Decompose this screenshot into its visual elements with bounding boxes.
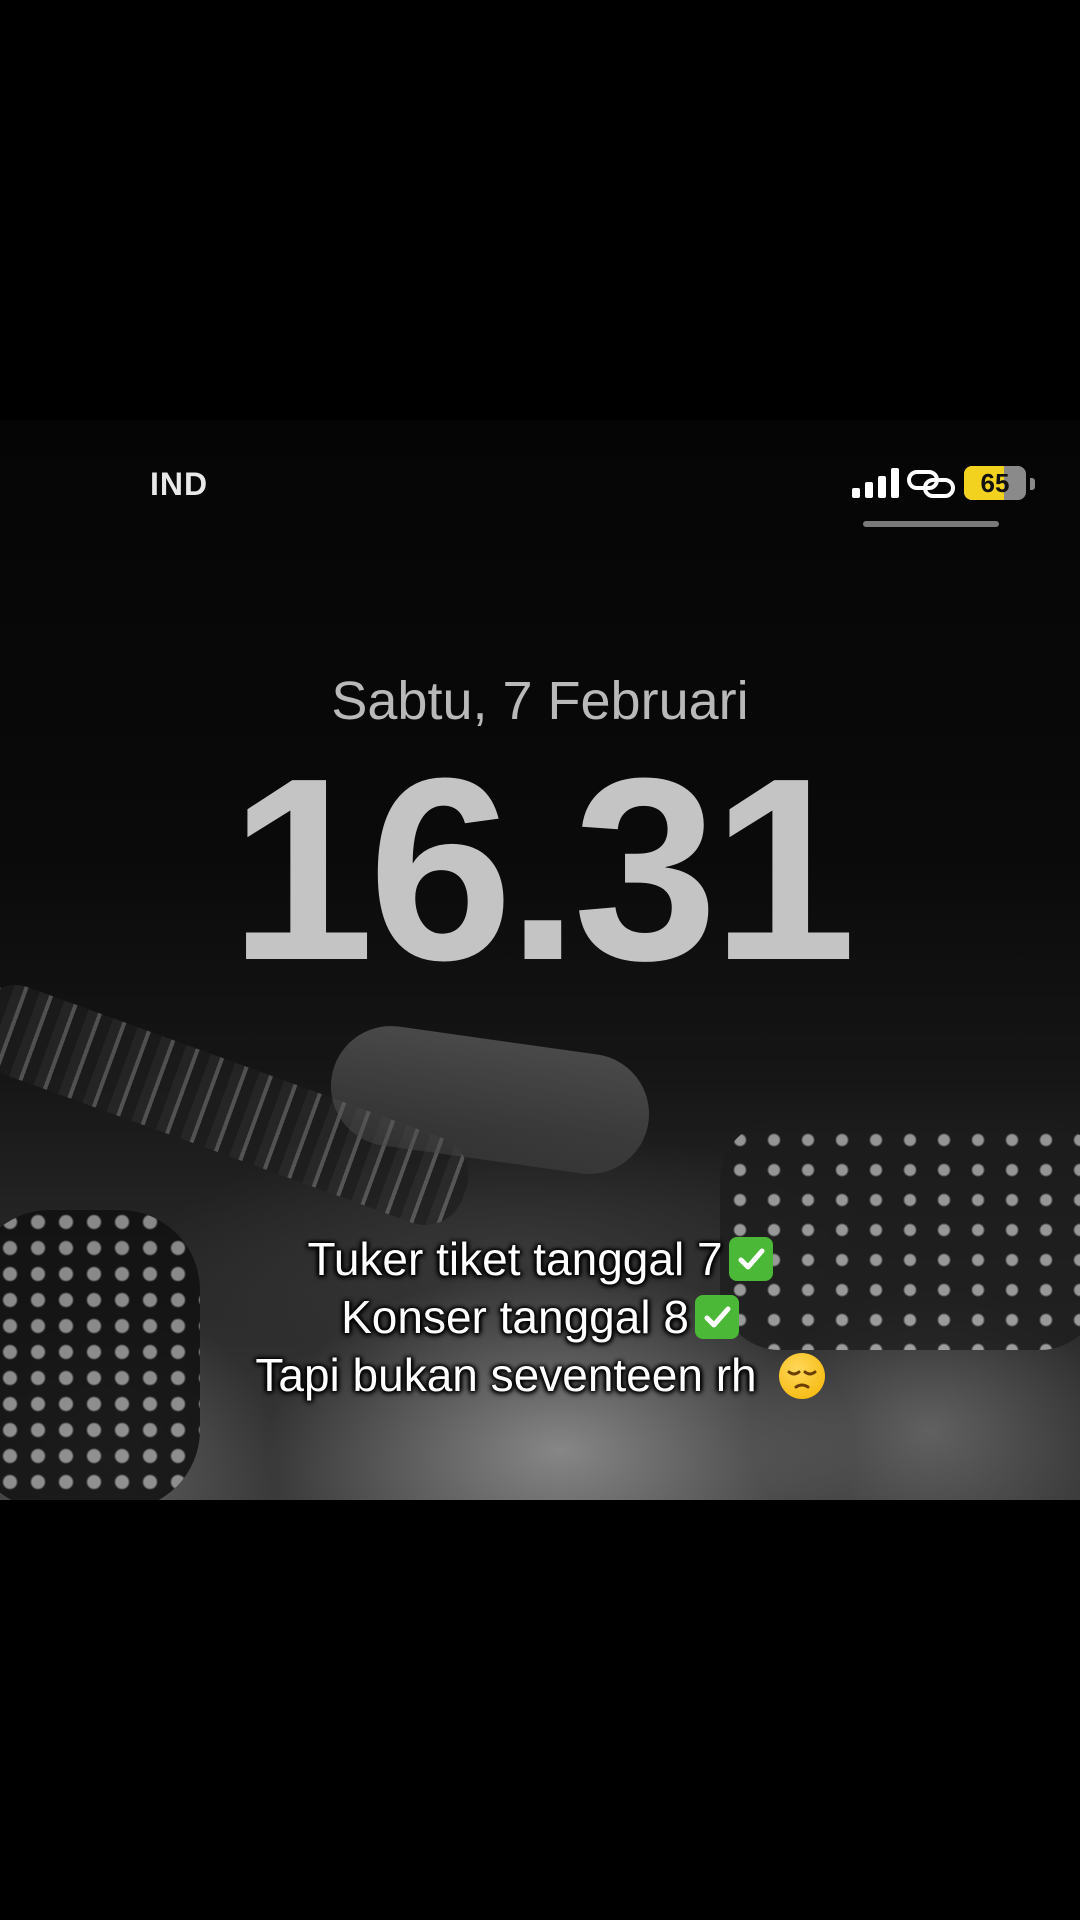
lockscreen-clock: 16.31 [229,725,857,1015]
carrier-name: IND [150,466,209,502]
caption-overlay: Tuker tiket tanggal 7 Konser tanggal 8 T… [0,1230,1080,1404]
pensive-face-icon [778,1353,825,1399]
caption-line-2: Konser tanggal 8 [0,1288,1080,1346]
check-mark-icon [728,1237,773,1281]
check-mark-icon [694,1295,739,1339]
battery-indicator: 65 [964,466,1026,500]
caption-line-text: Tuker tiket tanggal 7 [307,1233,723,1285]
signal-icon [852,468,899,498]
battery-tip [1030,478,1035,490]
lockscreen-date: Sabtu, 7 Februari [331,671,749,731]
status-bar: IND 65 [0,460,1080,520]
caption-line-text: Konser tanggal 8 [341,1291,689,1343]
caption-line-3: Tapi bukan seventeen rh [0,1346,1080,1404]
caption-line-text: Tapi bukan seventeen rh [255,1349,757,1401]
caption-line-1: Tuker tiket tanggal 7 [0,1230,1080,1288]
battery-percentage: 65 [980,468,1010,498]
control-center-indicator[interactable] [863,521,999,527]
screen: IND 65 Sabtu, 7 Februari 16.31 Tuker tik… [0,0,1080,1920]
personal-hotspot-icon [907,470,955,498]
